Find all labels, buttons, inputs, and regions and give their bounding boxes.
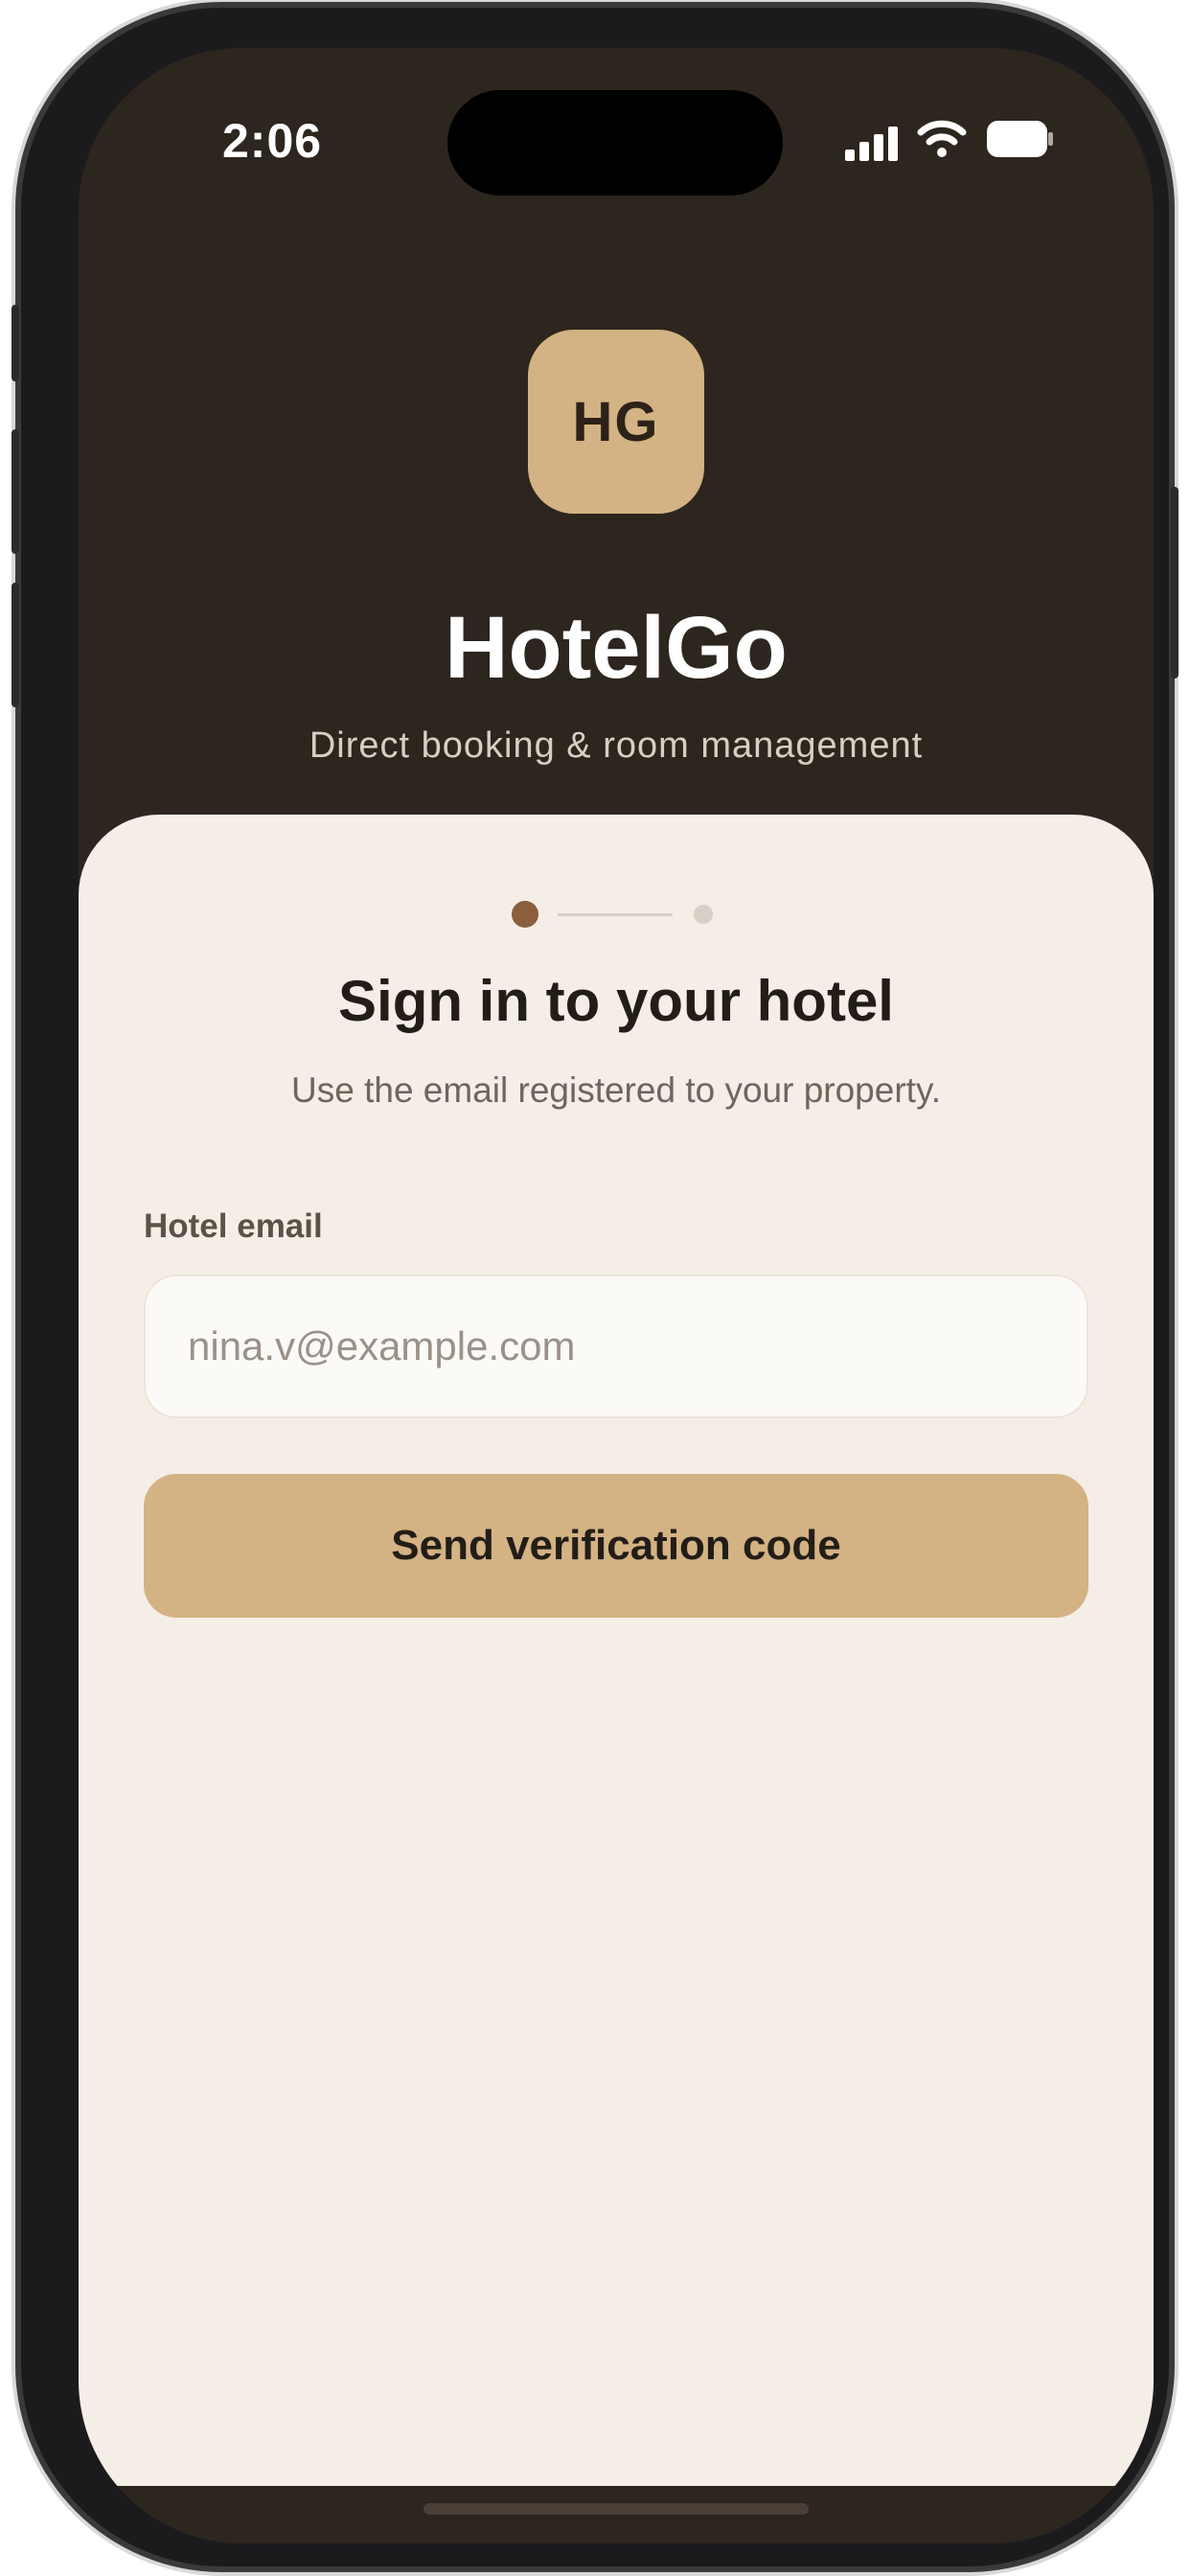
status-bar: 2:06 (79, 48, 1154, 240)
status-time: 2:06 (222, 114, 323, 168)
email-field[interactable] (144, 1275, 1088, 1418)
volume-down-button (11, 583, 19, 707)
app-screen: 2:06 HG HotelGo Direct booking & room ma (79, 48, 1154, 2543)
bottom-safe-area (79, 2486, 1154, 2543)
logo-initials: HG (572, 390, 660, 453)
app-tagline: Direct booking & room management (309, 725, 924, 766)
app-title: HotelGo (445, 599, 788, 697)
home-indicator[interactable] (423, 2503, 809, 2515)
sign-in-card: Sign in to your hotel Use the email regi… (79, 815, 1154, 2486)
dynamic-island (447, 90, 783, 196)
battery-icon (987, 121, 1053, 157)
action-button (11, 305, 19, 381)
step-dot-current (512, 901, 538, 928)
hotel-logo: HG (528, 330, 704, 514)
phone-frame: 2:06 HG HotelGo Direct booking & room ma (11, 8, 1179, 2566)
cellular-signal-icon (845, 125, 899, 161)
send-verification-code-button[interactable]: Send verification code (144, 1474, 1088, 1618)
wifi-icon (917, 120, 967, 157)
step-dot-next (694, 905, 713, 924)
step-connector (558, 913, 673, 916)
power-button (1171, 487, 1179, 678)
sign-in-title: Sign in to your hotel (338, 969, 894, 1033)
step-indicator (512, 901, 722, 930)
sign-in-subtitle: Use the email registered to your propert… (291, 1070, 941, 1110)
volume-up-button (11, 429, 19, 554)
email-field-label: Hotel email (144, 1208, 323, 1245)
